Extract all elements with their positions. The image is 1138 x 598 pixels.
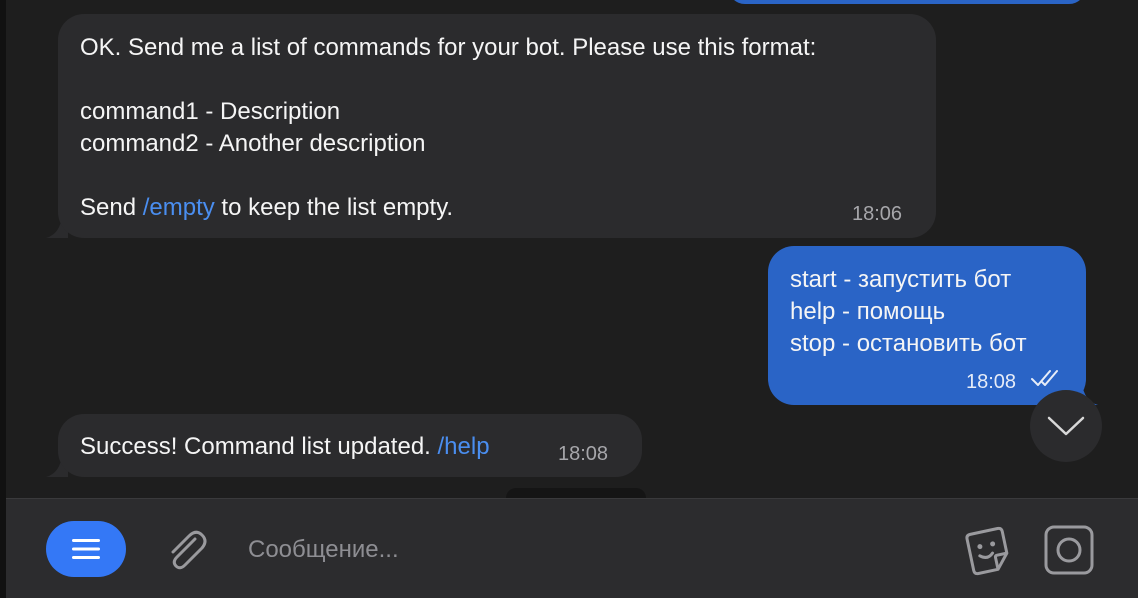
message-text-line: OK. Send me a list of commands for your …: [80, 34, 817, 61]
bot-menu-button[interactable]: [46, 521, 126, 577]
paperclip-icon[interactable]: [162, 527, 210, 575]
message-composer: [6, 498, 1138, 598]
incoming-message-success[interactable]: Success! Command list updated. /help 18:…: [58, 414, 642, 477]
message-text: Success! Command list updated.: [80, 433, 438, 460]
scroll-to-bottom-button[interactable]: [1030, 390, 1102, 462]
message-text-line: stop - остановить бот: [790, 330, 1027, 357]
message-text-line: command1 - Description: [80, 98, 341, 125]
sticker-icon[interactable]: [960, 523, 1016, 579]
outgoing-message-command-list[interactable]: start - запустить бот help - помощь stop…: [768, 246, 1086, 405]
message-text: Send: [80, 194, 143, 221]
message-input[interactable]: [246, 529, 930, 571]
message-text: to keep the list empty.: [214, 194, 454, 221]
incoming-message-commands-format[interactable]: OK. Send me a list of commands for your …: [58, 14, 936, 238]
empty-command-link[interactable]: /empty: [143, 194, 215, 221]
message-timestamp: 18:08: [558, 443, 609, 465]
message-timestamp: 18:08: [966, 371, 1017, 393]
message-text-line: Success! Command list updated. /help: [80, 431, 490, 463]
telegram-chat-window: OK. Send me a list of commands for your …: [0, 0, 1138, 598]
date-pill: [506, 488, 646, 498]
menu-icon: [72, 539, 100, 559]
message-timestamp: 18:06: [852, 203, 903, 225]
help-command-link[interactable]: /help: [438, 433, 490, 460]
message-text-line: start - запустить бот: [790, 266, 1012, 293]
double-check-icon: [1031, 370, 1058, 386]
previous-outgoing-message: [728, 0, 1086, 4]
message-text-line: help - помощь: [790, 298, 946, 325]
chevron-down-icon: [1047, 416, 1085, 436]
chat-history[interactable]: OK. Send me a list of commands for your …: [6, 0, 1138, 498]
camera-icon[interactable]: [1042, 523, 1096, 577]
message-text-line: Send /empty to keep the list empty.: [80, 192, 453, 224]
message-text-line: command2 - Another description: [80, 130, 426, 157]
